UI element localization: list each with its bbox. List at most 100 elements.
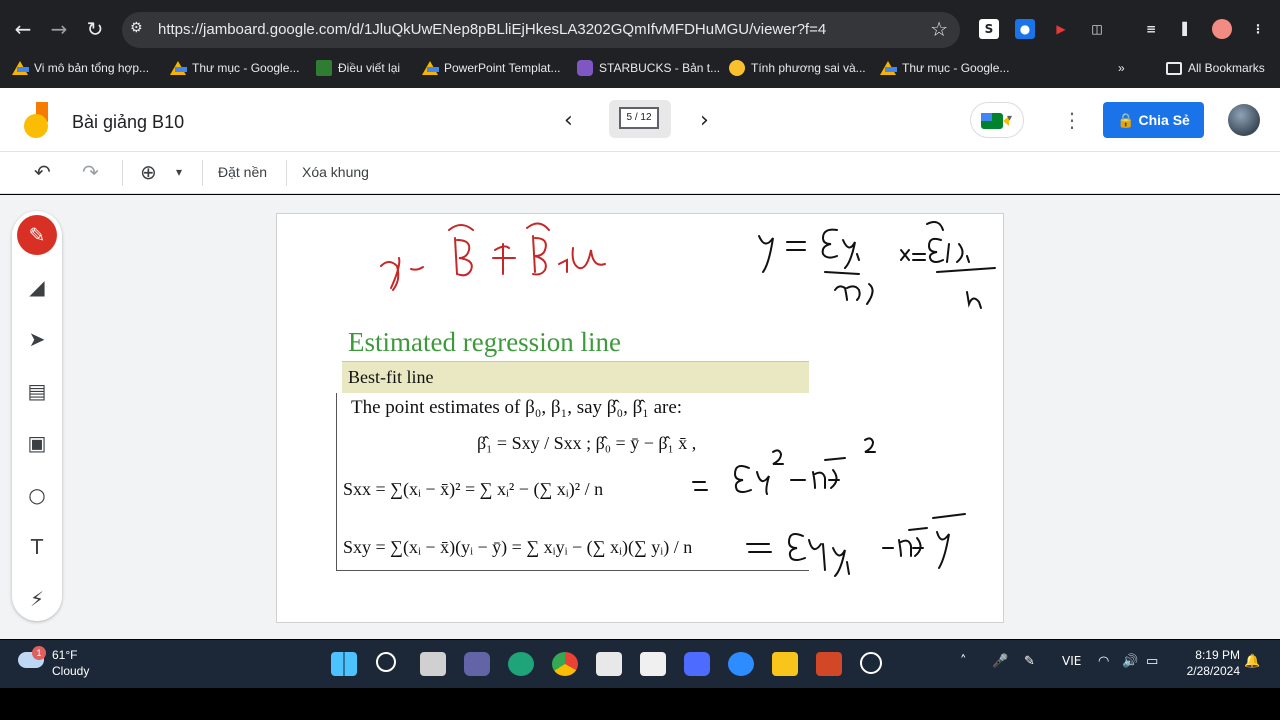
share-button[interactable]: 🔒 Chia Sẻ [1103, 102, 1204, 138]
bookmark-item[interactable]: Vi mô bản tổng hợp... [12, 58, 149, 78]
more-options-icon[interactable]: ⋮ [1062, 108, 1082, 132]
bookmark-item[interactable]: PowerPoint Templat... [422, 58, 561, 78]
windows-taskbar: 1 61°F Cloudy ˄ 🎤 ✎ VIE ◠ 🔊 ▭ 8:19 PM 2/… [0, 640, 1280, 688]
obs-icon[interactable] [860, 652, 882, 674]
ink-annotations[interactable] [277, 214, 1005, 624]
meet-button[interactable]: ▾ [970, 102, 1024, 138]
edge-icon[interactable] [508, 652, 534, 676]
chrome-menu-icon[interactable]: ⋮ [1248, 19, 1268, 39]
zoom-icon-app[interactable] [728, 652, 754, 676]
task-view-icon[interactable] [420, 652, 446, 676]
back-icon[interactable]: ← [8, 14, 38, 44]
folder-icon [1166, 61, 1182, 75]
site-icon [729, 60, 745, 76]
redo-icon[interactable]: ↷ [82, 160, 99, 184]
file-explorer-icon[interactable] [772, 652, 798, 676]
profile-icon[interactable] [1212, 19, 1232, 39]
extensions-puzzle-icon[interactable]: ◫ [1087, 19, 1107, 39]
image-icon[interactable]: ▣ [17, 423, 57, 463]
battery-icon[interactable]: ▭ [1146, 654, 1158, 669]
wifi-icon[interactable]: ◠ [1098, 654, 1109, 669]
side-panel-icon[interactable]: ▌ [1177, 19, 1197, 39]
all-bookmarks[interactable]: All Bookmarks [1166, 58, 1265, 78]
extension-drop-icon[interactable]: ● [1015, 19, 1035, 39]
store-icon[interactable] [640, 652, 666, 676]
set-background-button[interactable]: Đặt nền [218, 164, 267, 180]
frame-pager[interactable]: 5 / 12 [609, 100, 671, 138]
jam-frame[interactable]: Estimated regression line Best-fit line … [276, 213, 1004, 623]
copilot-icon[interactable] [684, 652, 710, 676]
divider [122, 160, 123, 186]
extension-s-icon[interactable]: S [979, 19, 999, 39]
drive-icon [12, 61, 29, 75]
circle-shape-icon[interactable]: ○ [17, 475, 57, 515]
search-icon[interactable] [376, 652, 396, 672]
weather-condition[interactable]: Cloudy [52, 664, 89, 678]
address-bar[interactable]: ⚙ https://jamboard.google.com/d/1JluQkUw… [122, 12, 960, 48]
volume-icon[interactable]: 🔊 [1122, 654, 1138, 669]
document-title[interactable]: Bài giảng B10 [72, 112, 184, 133]
zoom-icon[interactable]: ⊕ [140, 160, 157, 184]
microphone-icon[interactable]: 🎤 [992, 654, 1008, 669]
toolbar: ↶ ↷ ⊕ ▾ Đặt nền Xóa khung [0, 152, 1280, 194]
previous-frame-icon[interactable]: ‹ [564, 108, 573, 133]
tool-palette: ✎ ◢ ➤ ▤ ▣ ○ T ⚡ [12, 211, 62, 621]
canvas-area: ✎ ◢ ➤ ▤ ▣ ○ T ⚡ Estimated regression lin… [0, 195, 1280, 639]
weather-temperature[interactable]: 61°F [52, 648, 77, 662]
bookmark-item[interactable]: Tính phương sai và... [729, 58, 866, 78]
clock-time[interactable]: 8:19 PM [1180, 648, 1240, 662]
drive-icon [422, 61, 439, 75]
avatar[interactable] [1228, 104, 1260, 136]
powerpoint-icon[interactable] [816, 652, 842, 676]
bookmark-item[interactable]: Thư mục - Google... [880, 58, 1009, 78]
zoom-dropdown-icon[interactable]: ▾ [176, 165, 182, 179]
chevron-down-icon: ▾ [1007, 113, 1013, 124]
drive-icon [880, 61, 897, 75]
url-text[interactable]: https://jamboard.google.com/d/1JluQkUwEN… [158, 21, 826, 38]
start-icon[interactable] [331, 652, 357, 676]
extension-play-icon[interactable]: ▶ [1051, 19, 1071, 39]
black-ink-sxy [746, 513, 966, 577]
laser-icon[interactable]: ⚡ [17, 579, 57, 619]
sticky-note-icon[interactable]: ▤ [17, 371, 57, 411]
forward-icon[interactable]: → [44, 14, 74, 44]
app-header: Bài giảng B10 ‹ 5 / 12 › ▾ ⋮ 🔒 Chia Sẻ [0, 88, 1280, 152]
red-ink-regression [380, 222, 606, 291]
bookmark-star-icon[interactable]: ☆ [930, 17, 948, 41]
undo-icon[interactable]: ↶ [34, 160, 51, 184]
reload-icon[interactable]: ↻ [80, 14, 110, 44]
clock-date[interactable]: 2/28/2024 [1180, 664, 1240, 678]
site-settings-icon[interactable]: ⚙ [130, 20, 150, 40]
bookmarks-overflow-icon[interactable]: » [1118, 58, 1125, 78]
divider [286, 160, 287, 186]
teams-icon[interactable] [464, 652, 490, 676]
pen-tray-icon[interactable]: ✎ [1024, 654, 1035, 669]
jamboard-logo[interactable] [24, 102, 50, 138]
browser-chrome: ← → ↻ ⚙ https://jamboard.google.com/d/1J… [0, 0, 1280, 88]
chrome-icon[interactable] [552, 652, 578, 676]
notifications-bell-icon[interactable]: 🔔 [1244, 654, 1260, 669]
meet-icon [981, 113, 1009, 129]
select-cursor-icon[interactable]: ➤ [17, 319, 57, 359]
black-ink-means [758, 221, 996, 309]
text-box-icon[interactable]: T [17, 527, 57, 567]
divider [202, 160, 203, 186]
eraser-icon[interactable]: ◢ [17, 267, 57, 307]
bookmark-item[interactable]: STARBUCKS - Bản t... [577, 58, 720, 78]
canva-icon [577, 60, 593, 76]
app-icon[interactable] [596, 652, 622, 676]
rewrite-icon [316, 60, 332, 76]
bookmark-item[interactable]: Thư mục - Google... [170, 58, 299, 78]
bookmarks-bar: Vi mô bản tổng hợp... Thư mục - Google..… [0, 52, 1280, 82]
clear-frame-button[interactable]: Xóa khung [302, 164, 369, 180]
language-indicator[interactable]: VIE [1062, 654, 1081, 668]
media-control-icon[interactable]: ≡ [1141, 19, 1161, 39]
bookmark-item[interactable]: Điều viết lại [316, 58, 400, 78]
chevron-up-icon[interactable]: ˄ [960, 654, 967, 669]
notification-badge: 1 [32, 646, 46, 660]
frame-counter: 5 / 12 [619, 107, 659, 129]
drive-icon [170, 61, 187, 75]
pen-icon[interactable]: ✎ [17, 215, 57, 255]
next-frame-icon[interactable]: › [700, 108, 709, 133]
black-ink-sxx [692, 437, 876, 495]
